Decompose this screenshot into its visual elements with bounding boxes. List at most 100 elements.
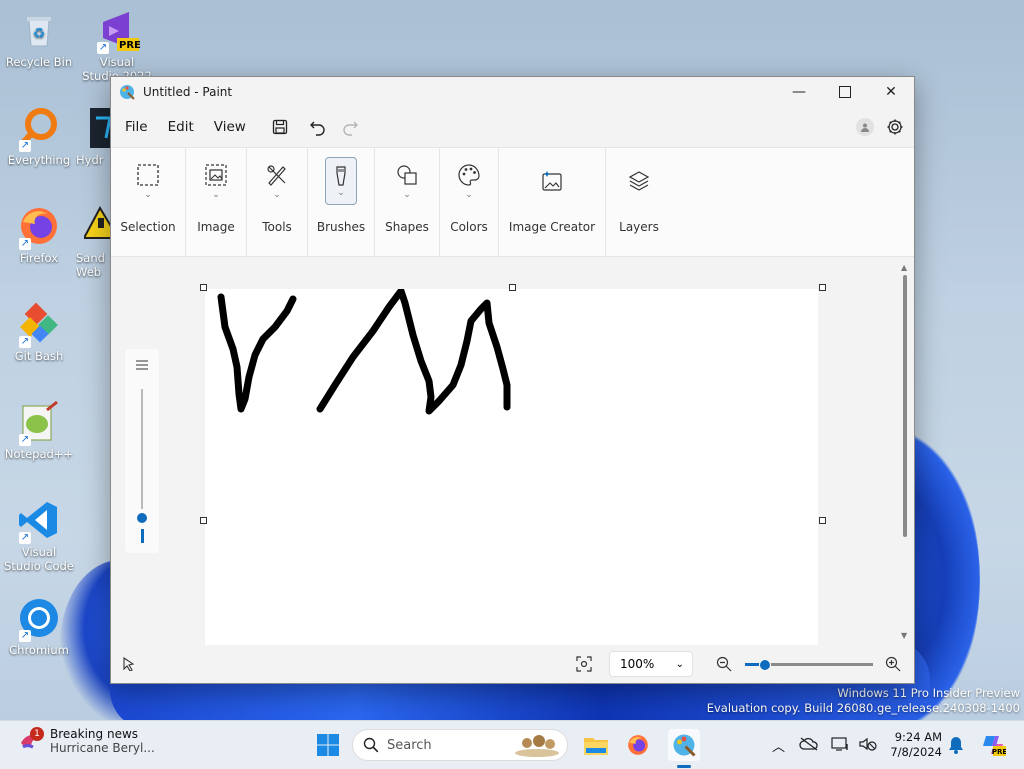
settings-button[interactable] — [886, 118, 904, 136]
menu-file[interactable]: File — [115, 113, 158, 141]
brush-size-indicator — [141, 529, 144, 543]
shortcut-arrow-icon: ↗ — [97, 42, 109, 54]
zoom-in-icon — [885, 656, 901, 672]
notifications-button[interactable] — [948, 736, 964, 757]
resize-handle-left[interactable] — [200, 517, 207, 524]
ribbon-group-colors[interactable]: ⌄ Colors — [440, 148, 499, 256]
maximize-button[interactable] — [822, 77, 868, 107]
minimize-button[interactable]: — — [776, 77, 822, 107]
desktop-icon-recycle-bin[interactable]: ♻ Recycle Bin — [2, 8, 76, 69]
zoom-out-icon — [716, 656, 732, 672]
search-icon — [363, 737, 379, 753]
ribbon-group-selection[interactable]: ⌄ Selection — [111, 148, 186, 256]
chevron-down-icon: ⌄ — [403, 189, 411, 200]
redo-button[interactable] — [334, 112, 366, 142]
ribbon-group-shapes[interactable]: ⌄ Shapes — [375, 148, 440, 256]
zoom-slider[interactable] — [745, 659, 873, 671]
resize-handle-top[interactable] — [509, 284, 516, 291]
title-bar[interactable]: Untitled - Paint — ✕ — [111, 77, 914, 107]
taskbar-paint[interactable] — [668, 729, 700, 761]
svg-text:PRE: PRE — [992, 748, 1006, 756]
desktop-icon-firefox[interactable]: ↗ Firefox — [2, 204, 76, 265]
taskbar-clock[interactable]: 9:24 AM 7/8/2024 — [878, 730, 942, 760]
chevron-down-icon: ⌄ — [337, 187, 345, 198]
everything-search-icon: ↗ — [17, 106, 61, 152]
news-icon: 1 — [18, 727, 44, 753]
menu-edit[interactable]: Edit — [158, 113, 204, 141]
vertical-scrollbar[interactable]: ▲ ▼ — [901, 263, 909, 640]
taskbar-search[interactable]: Search — [352, 729, 568, 761]
desktop-icon-everything[interactable]: ↗ Everything — [2, 106, 76, 167]
save-button[interactable] — [264, 112, 296, 142]
start-button[interactable] — [312, 729, 344, 761]
drawing-canvas[interactable] — [205, 289, 818, 645]
bell-icon — [949, 737, 963, 754]
volume-muted-icon — [859, 737, 877, 751]
taskbar-file-explorer[interactable] — [580, 729, 612, 761]
chevron-down-icon: ⌄ — [465, 189, 473, 200]
window-title: Untitled - Paint — [143, 85, 233, 99]
visual-studio-icon: PRE ↗ — [95, 8, 141, 54]
close-button[interactable]: ✕ — [868, 77, 914, 107]
desktop-icon-notepad-plus-plus[interactable]: ↗ Notepad++ — [2, 400, 76, 461]
shapes-icon — [397, 164, 417, 185]
redo-icon — [343, 121, 358, 136]
copilot-button[interactable]: PRE — [980, 732, 1007, 761]
desktop-icon-visual-studio[interactable]: PRE ↗ Visual Studio 2022 — [80, 8, 154, 83]
scroll-down-icon[interactable]: ▼ — [901, 631, 907, 640]
minimize-icon: — — [792, 84, 806, 100]
paint-app-icon — [673, 734, 696, 757]
folder-icon — [584, 738, 608, 755]
taskbar-firefox[interactable] — [622, 729, 654, 761]
menu-view[interactable]: View — [204, 113, 256, 141]
zoom-in-button[interactable] — [885, 656, 901, 675]
desktop-icon-git-bash[interactable]: ↗ Git Bash — [2, 302, 76, 363]
scroll-up-icon[interactable]: ▲ — [901, 263, 907, 272]
news-widget[interactable]: 1 Breaking news Hurricane Beryl... — [18, 727, 155, 755]
git-bash-icon: ↗ — [17, 302, 61, 348]
show-hidden-icons-button[interactable]: ︿ — [772, 736, 785, 755]
volume-button[interactable] — [859, 736, 877, 755]
pre-badge: PRE — [119, 40, 141, 51]
shortcut-arrow-icon: ↗ — [19, 630, 31, 642]
zoom-value: 100% — [620, 657, 655, 671]
undo-button[interactable] — [302, 112, 334, 142]
maximize-icon — [839, 86, 851, 98]
drawing-strokes — [217, 289, 511, 415]
account-button[interactable] — [856, 118, 874, 136]
scrollbar-thumb[interactable] — [903, 275, 907, 537]
zoom-slider-thumb[interactable] — [759, 659, 771, 671]
chevron-down-icon: ⌄ — [675, 658, 684, 670]
paint-app-icon — [119, 84, 135, 100]
network-button[interactable] — [831, 736, 851, 755]
fit-to-window-icon — [576, 656, 592, 672]
brush-size-track[interactable] — [141, 389, 143, 509]
zoom-dropdown[interactable]: 100% ⌄ — [609, 651, 693, 677]
resize-handle-top-right[interactable] — [819, 284, 826, 291]
network-icon — [831, 736, 848, 751]
account-icon — [861, 123, 869, 132]
status-bar: 100% ⌄ — [111, 647, 912, 681]
firefox-icon — [628, 735, 648, 755]
ribbon-group-image[interactable]: ⌄ Image — [186, 148, 247, 256]
fit-to-window-button[interactable] — [576, 656, 592, 675]
zoom-out-button[interactable] — [716, 656, 732, 675]
ribbon-group-tools[interactable]: ⌄ Tools — [247, 148, 308, 256]
ribbon-group-brushes[interactable]: ⌄ Brushes — [308, 148, 375, 256]
layers-icon — [628, 171, 650, 191]
desktop-icon-chromium[interactable]: ↗ Chromium — [2, 596, 76, 657]
resize-handle-top-left[interactable] — [200, 284, 207, 291]
system-tray: ︿ — [772, 721, 887, 769]
chromium-icon: ↗ — [17, 596, 61, 642]
menu-bar: File Edit View — [111, 107, 914, 147]
search-highlight-icon — [513, 731, 561, 760]
onedrive-button[interactable] — [799, 736, 819, 754]
brush-size-slider-thumb[interactable] — [137, 513, 147, 523]
ribbon-group-image-creator[interactable]: Image Creator — [499, 148, 606, 256]
brush-size-panel — [125, 349, 159, 553]
firefox-icon: ↗ — [17, 204, 61, 250]
brushes-selected[interactable]: ⌄ — [325, 157, 357, 205]
resize-handle-right[interactable] — [819, 517, 826, 524]
ribbon-group-layers[interactable]: Layers — [606, 148, 672, 256]
desktop-icon-vscode[interactable]: ↗ Visual Studio Code — [2, 498, 76, 573]
